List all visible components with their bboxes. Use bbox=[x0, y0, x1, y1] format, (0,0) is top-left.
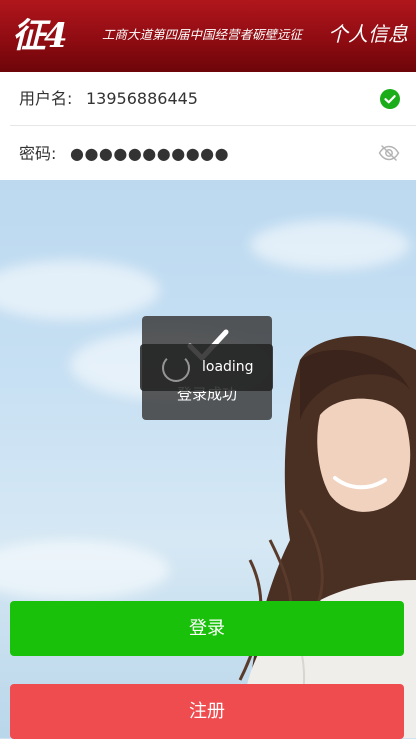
page-title: 个人信息 bbox=[328, 22, 408, 46]
loading-indicator: loading bbox=[140, 344, 273, 391]
check-circle-icon bbox=[380, 89, 400, 109]
divider bbox=[10, 125, 416, 126]
password-label: 密码: bbox=[19, 144, 57, 163]
password-field[interactable]: ●●●●●●●●●●● bbox=[70, 143, 229, 165]
username-label: 用户名: bbox=[19, 89, 73, 108]
eye-off-icon[interactable] bbox=[378, 143, 400, 163]
spinner-icon bbox=[162, 354, 190, 382]
login-form: 用户名: 13956886445 密码: ●●●●●●●●●●● bbox=[0, 72, 416, 180]
password-row[interactable]: 密码: ●●●●●●●●●●● bbox=[0, 127, 416, 180]
slogan: 工商大道第四届中国经营者砺壁远征 bbox=[102, 27, 303, 42]
register-button[interactable]: 注册 bbox=[10, 684, 404, 739]
header-bar: 征4 工商大道第四届中国经营者砺壁远征 个人信息 bbox=[0, 0, 416, 72]
username-field[interactable]: 13956886445 bbox=[86, 88, 198, 110]
logo: 征4 bbox=[12, 16, 68, 56]
loading-text: loading bbox=[202, 359, 254, 375]
username-row[interactable]: 用户名: 13956886445 bbox=[0, 72, 416, 126]
login-button[interactable]: 登录 bbox=[10, 601, 404, 656]
